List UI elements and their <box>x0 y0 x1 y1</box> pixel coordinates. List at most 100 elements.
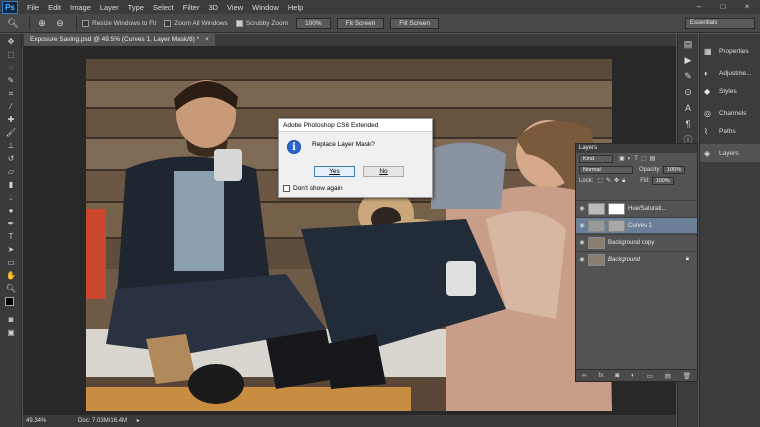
fill-screen-button[interactable]: Fill Screen <box>390 17 440 29</box>
layer-style-icon[interactable]: fx <box>598 372 603 379</box>
color-swatches-icon[interactable] <box>3 296 19 312</box>
menu-type[interactable]: Type <box>128 3 144 12</box>
opacity-field[interactable]: 100% <box>663 165 686 174</box>
screen-mode-icon[interactable]: ▣ <box>3 327 19 338</box>
workspace-select[interactable]: Essentials <box>685 18 755 29</box>
dock-paths[interactable]: ⌇ Paths <box>700 122 760 140</box>
layer-hue-saturation[interactable]: ◉ Hue/Saturati... <box>576 200 697 216</box>
dont-show-again-option[interactable]: Don't show again <box>283 185 343 192</box>
eye-icon[interactable]: ◉ <box>576 239 588 246</box>
shape-tool-icon[interactable]: ▭ <box>3 257 19 268</box>
zoom-all-option[interactable]: Zoom All Windows <box>164 19 228 27</box>
zoom-out-icon[interactable]: ⊖ <box>53 16 67 30</box>
foreground-color[interactable] <box>5 297 14 306</box>
menu-window[interactable]: Window <box>252 3 279 12</box>
filter-icons[interactable]: ▣◐T⬚▤ <box>619 155 658 162</box>
path-select-tool-icon[interactable]: ➤ <box>3 244 19 255</box>
channels-icon: ◎ <box>704 108 711 118</box>
fill-field[interactable]: 100% <box>651 176 674 185</box>
new-layer-icon[interactable]: ▤ <box>665 372 671 380</box>
menu-image[interactable]: Image <box>70 3 91 12</box>
kind-filter-select[interactable]: Kind <box>579 154 613 163</box>
scrubby-zoom-checkbox[interactable] <box>235 19 243 27</box>
move-tool-icon[interactable]: ✥ <box>3 36 19 47</box>
eraser-tool-icon[interactable]: ▱ <box>3 166 19 177</box>
resize-windows-option[interactable]: Resize Windows to Fit <box>82 19 156 27</box>
mask-thumbnail[interactable] <box>608 219 625 232</box>
maximize-button[interactable]: □ <box>714 1 732 12</box>
paragraph-icon[interactable]: ¶ <box>681 118 695 130</box>
layer-background[interactable]: ◉ Background 🔒︎ <box>576 251 697 267</box>
document-tab-close-icon[interactable]: × <box>205 36 209 43</box>
dock-adjustments[interactable]: ◐ Adjustme... <box>700 64 760 82</box>
resize-windows-checkbox[interactable] <box>82 19 89 27</box>
dodge-tool-icon[interactable]: ● <box>3 205 19 216</box>
pen-tool-icon[interactable]: ✒ <box>3 218 19 229</box>
menu-3d[interactable]: 3D <box>208 3 218 12</box>
type-tool-icon[interactable]: T <box>3 231 19 242</box>
eye-icon[interactable]: ◉ <box>576 222 588 229</box>
menu-view[interactable]: View <box>227 3 243 12</box>
status-arrow-icon[interactable]: ▸ <box>137 418 140 424</box>
zoom-level[interactable]: 49.34% <box>26 418 46 424</box>
gradient-tool-icon[interactable]: ▮ <box>3 179 19 190</box>
actions-icon[interactable]: ▶ <box>681 54 695 66</box>
zoom-all-checkbox[interactable] <box>164 19 172 27</box>
zoom-tool-icon[interactable]: 🔍︎ <box>3 283 19 294</box>
document-tab[interactable]: Exposure Saving.psd @ 49.5% (Curves 1, L… <box>24 34 215 46</box>
lock-icons[interactable]: ⬚✎✥🔒︎ <box>597 177 628 185</box>
history-brush-icon[interactable]: ↺ <box>3 153 19 164</box>
canvas-image[interactable] <box>86 59 612 411</box>
stamp-tool-icon[interactable]: ⊥ <box>3 140 19 151</box>
minimize-button[interactable]: – <box>690 1 708 12</box>
mask-thumbnail[interactable] <box>608 202 625 215</box>
scrubby-zoom-option[interactable]: Scrubby Zoom <box>235 19 288 27</box>
zoom-100-button[interactable]: 100% <box>296 17 331 29</box>
blend-mode-select[interactable]: Normal <box>579 165 633 174</box>
hand-tool-icon[interactable]: ✋ <box>3 270 19 281</box>
delete-layer-icon[interactable]: 🗑︎ <box>683 372 691 380</box>
add-mask-icon[interactable]: ◙ <box>615 372 619 379</box>
quick-mask-icon[interactable]: ◙ <box>3 314 19 325</box>
dont-show-again-checkbox[interactable] <box>283 185 290 192</box>
dock-channels[interactable]: ◎ Channels <box>700 104 760 122</box>
menu-layer[interactable]: Layer <box>100 3 119 12</box>
fit-screen-button[interactable]: Fit Screen <box>336 17 385 29</box>
layer-curves-1[interactable]: ◉ Curves 1 <box>576 217 697 233</box>
character-icon[interactable]: A <box>681 102 695 114</box>
dock-layers[interactable]: ◈ Layers <box>700 144 760 162</box>
menu-select[interactable]: Select <box>153 3 174 12</box>
zoom-in-icon[interactable]: ⊕ <box>35 16 49 30</box>
new-adjustment-icon[interactable]: ◐ <box>631 372 635 379</box>
eye-icon[interactable]: ◉ <box>576 256 588 263</box>
brush-presets-icon[interactable]: ✎ <box>681 70 695 82</box>
no-button[interactable]: No <box>363 166 404 177</box>
healing-tool-icon[interactable]: ✚ <box>3 114 19 125</box>
brush-tool-icon[interactable]: 🖌︎ <box>3 127 19 138</box>
blur-tool-icon[interactable]: 💧︎ <box>3 192 19 203</box>
menu-help[interactable]: Help <box>288 3 303 12</box>
eyedropper-tool-icon[interactable]: ⁄ <box>3 101 19 112</box>
layer-background-copy[interactable]: ◉ Background copy <box>576 234 697 250</box>
dock-label: Styles <box>719 87 737 95</box>
new-group-icon[interactable]: ▭ <box>647 372 653 380</box>
zoom-tool-icon[interactable]: 🔍︎ <box>6 16 20 30</box>
eye-icon[interactable]: ◉ <box>576 205 588 212</box>
marquee-tool-icon[interactable]: ⬚ <box>3 49 19 60</box>
close-button[interactable]: × <box>738 1 756 12</box>
layers-panel-title[interactable]: Layers <box>576 144 697 153</box>
layers-panel-footer: ∞ fx ◙ ◐ ▭ ▤ 🗑︎ <box>576 369 697 381</box>
dock-label: Properties <box>719 47 749 55</box>
history-icon[interactable]: ▤ <box>681 38 695 50</box>
menu-filter[interactable]: Filter <box>183 3 200 12</box>
yes-button[interactable]: Yes <box>314 166 355 177</box>
link-layers-icon[interactable]: ∞ <box>582 372 587 379</box>
menu-edit[interactable]: Edit <box>48 3 61 12</box>
crop-tool-icon[interactable]: ⌗ <box>3 88 19 99</box>
dock-styles[interactable]: ◆ Styles <box>700 82 760 100</box>
menu-file[interactable]: File <box>27 3 39 12</box>
clone-source-icon[interactable]: ⊙ <box>681 86 695 98</box>
lasso-tool-icon[interactable]: ◌ <box>3 62 19 73</box>
quick-select-tool-icon[interactable]: ✎ <box>3 75 19 86</box>
dock-properties[interactable]: ▦ Properties <box>700 42 760 60</box>
